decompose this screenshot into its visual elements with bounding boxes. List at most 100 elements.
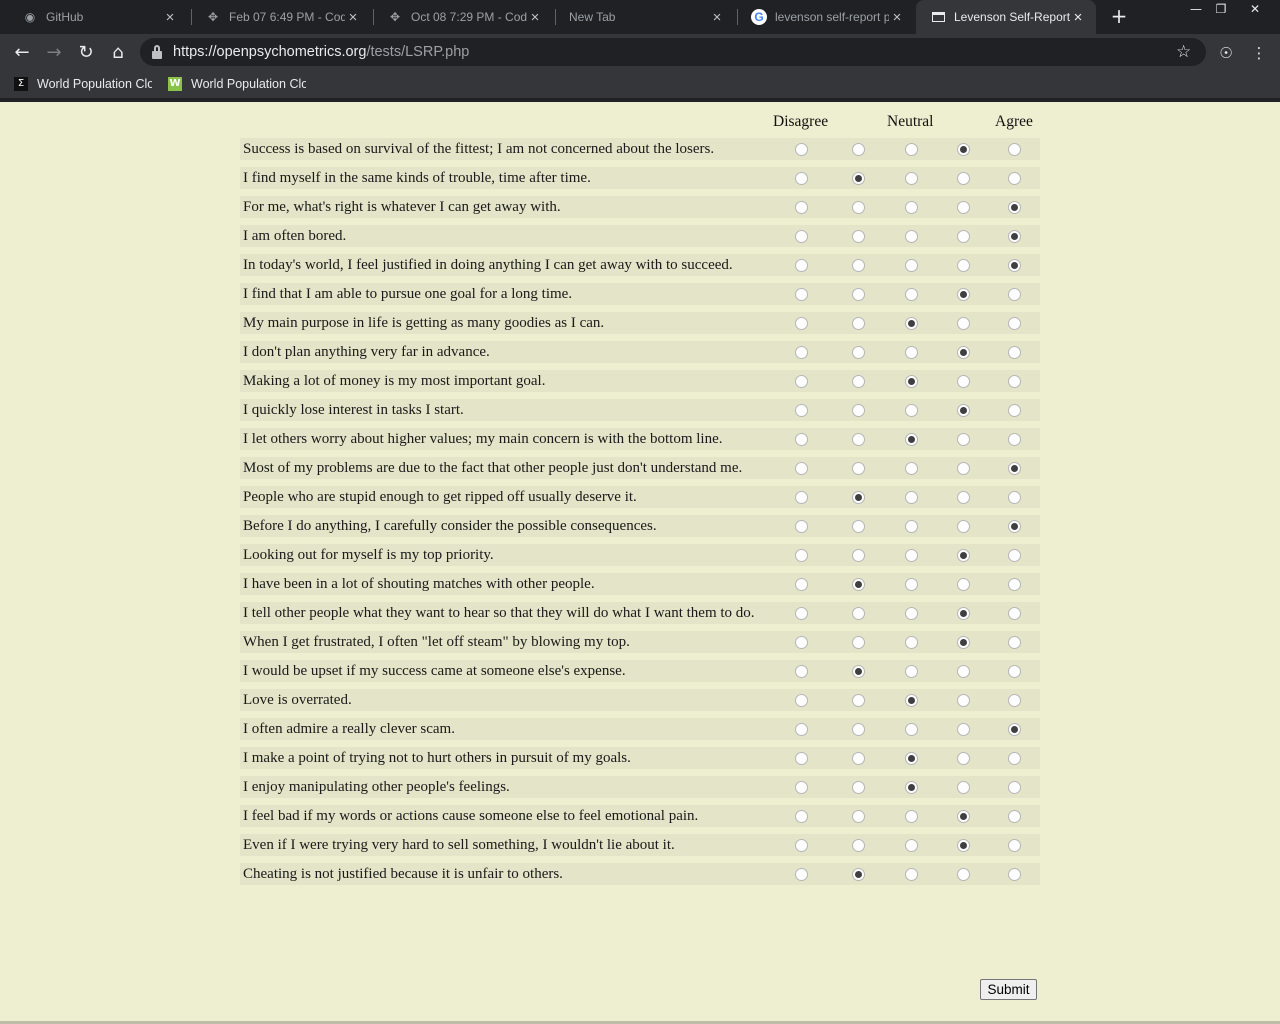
response-radio-3[interactable]	[905, 752, 918, 765]
response-radio-1[interactable]	[795, 230, 808, 243]
response-radio-3[interactable]	[905, 839, 918, 852]
response-radio-1[interactable]	[795, 694, 808, 707]
response-radio-5[interactable]	[1008, 346, 1021, 359]
response-radio-4[interactable]	[957, 839, 970, 852]
response-radio-5[interactable]	[1008, 839, 1021, 852]
response-radio-2[interactable]	[852, 607, 865, 620]
response-radio-5[interactable]	[1008, 810, 1021, 823]
response-radio-2[interactable]	[852, 752, 865, 765]
response-radio-1[interactable]	[795, 868, 808, 881]
tab-code-oct[interactable]: ✥ Oct 08 7:29 PM - Code ×	[373, 0, 553, 34]
response-radio-1[interactable]	[795, 636, 808, 649]
response-radio-3[interactable]	[905, 404, 918, 417]
response-radio-5[interactable]	[1008, 723, 1021, 736]
home-icon[interactable]: ⌂	[104, 39, 132, 67]
response-radio-2[interactable]	[852, 201, 865, 214]
response-radio-4[interactable]	[957, 549, 970, 562]
tab-github[interactable]: ◉ GitHub ×	[8, 0, 188, 34]
response-radio-1[interactable]	[795, 259, 808, 272]
response-radio-1[interactable]	[795, 607, 808, 620]
response-radio-5[interactable]	[1008, 694, 1021, 707]
response-radio-3[interactable]	[905, 810, 918, 823]
response-radio-4[interactable]	[957, 607, 970, 620]
extension-icon[interactable]: ☉	[1212, 39, 1240, 67]
response-radio-2[interactable]	[852, 404, 865, 417]
response-radio-4[interactable]	[957, 520, 970, 533]
response-radio-1[interactable]	[795, 781, 808, 794]
response-radio-5[interactable]	[1008, 868, 1021, 881]
bookmark-item[interactable]: Σ World Population Clo	[14, 75, 152, 93]
response-radio-5[interactable]	[1008, 375, 1021, 388]
response-radio-5[interactable]	[1008, 781, 1021, 794]
response-radio-3[interactable]	[905, 868, 918, 881]
response-radio-2[interactable]	[852, 549, 865, 562]
response-radio-4[interactable]	[957, 781, 970, 794]
response-radio-2[interactable]	[852, 694, 865, 707]
response-radio-2[interactable]	[852, 259, 865, 272]
response-radio-5[interactable]	[1008, 404, 1021, 417]
response-radio-1[interactable]	[795, 288, 808, 301]
response-radio-3[interactable]	[905, 317, 918, 330]
response-radio-3[interactable]	[905, 578, 918, 591]
response-radio-2[interactable]	[852, 143, 865, 156]
restore-icon[interactable]: ❐	[1206, 0, 1236, 18]
response-radio-4[interactable]	[957, 201, 970, 214]
response-radio-1[interactable]	[795, 375, 808, 388]
response-radio-1[interactable]	[795, 752, 808, 765]
response-radio-3[interactable]	[905, 491, 918, 504]
close-icon[interactable]: ×	[889, 9, 905, 26]
response-radio-4[interactable]	[957, 636, 970, 649]
bookmark-star-icon[interactable]: ☆	[1176, 38, 1191, 66]
response-radio-5[interactable]	[1008, 578, 1021, 591]
response-radio-2[interactable]	[852, 810, 865, 823]
response-radio-4[interactable]	[957, 491, 970, 504]
response-radio-1[interactable]	[795, 549, 808, 562]
response-radio-2[interactable]	[852, 636, 865, 649]
response-radio-5[interactable]	[1008, 288, 1021, 301]
tab-levenson-active[interactable]: Levenson Self-Report ×	[916, 0, 1096, 34]
response-radio-2[interactable]	[852, 578, 865, 591]
response-radio-2[interactable]	[852, 346, 865, 359]
response-radio-2[interactable]	[852, 317, 865, 330]
tab-new-tab[interactable]: New Tab ×	[555, 0, 735, 34]
response-radio-1[interactable]	[795, 317, 808, 330]
response-radio-1[interactable]	[795, 172, 808, 185]
menu-icon[interactable]: ⋮	[1245, 39, 1273, 67]
response-radio-5[interactable]	[1008, 491, 1021, 504]
response-radio-2[interactable]	[852, 723, 865, 736]
response-radio-2[interactable]	[852, 172, 865, 185]
new-tab-button[interactable]: +	[1108, 5, 1130, 27]
response-radio-2[interactable]	[852, 375, 865, 388]
response-radio-2[interactable]	[852, 288, 865, 301]
response-radio-4[interactable]	[957, 143, 970, 156]
response-radio-3[interactable]	[905, 201, 918, 214]
response-radio-3[interactable]	[905, 781, 918, 794]
response-radio-3[interactable]	[905, 375, 918, 388]
reload-icon[interactable]: ↻	[72, 39, 100, 67]
response-radio-5[interactable]	[1008, 317, 1021, 330]
response-radio-4[interactable]	[957, 578, 970, 591]
response-radio-3[interactable]	[905, 723, 918, 736]
response-radio-5[interactable]	[1008, 607, 1021, 620]
response-radio-5[interactable]	[1008, 665, 1021, 678]
response-radio-3[interactable]	[905, 549, 918, 562]
tab-code-feb[interactable]: ✥ Feb 07 6:49 PM - Code ×	[191, 0, 371, 34]
address-bar[interactable]: https://openpsychometrics.org/tests/LSRP…	[140, 38, 1206, 66]
close-icon[interactable]: ×	[1070, 9, 1086, 26]
response-radio-4[interactable]	[957, 868, 970, 881]
response-radio-4[interactable]	[957, 810, 970, 823]
response-radio-1[interactable]	[795, 433, 808, 446]
response-radio-3[interactable]	[905, 694, 918, 707]
response-radio-1[interactable]	[795, 491, 808, 504]
response-radio-2[interactable]	[852, 433, 865, 446]
response-radio-5[interactable]	[1008, 752, 1021, 765]
bookmark-item[interactable]: W World Population Clo	[168, 75, 306, 93]
response-radio-2[interactable]	[852, 839, 865, 852]
response-radio-1[interactable]	[795, 462, 808, 475]
response-radio-4[interactable]	[957, 404, 970, 417]
response-radio-4[interactable]	[957, 288, 970, 301]
response-radio-1[interactable]	[795, 665, 808, 678]
response-radio-4[interactable]	[957, 723, 970, 736]
back-icon[interactable]: ←	[8, 39, 36, 67]
response-radio-4[interactable]	[957, 462, 970, 475]
